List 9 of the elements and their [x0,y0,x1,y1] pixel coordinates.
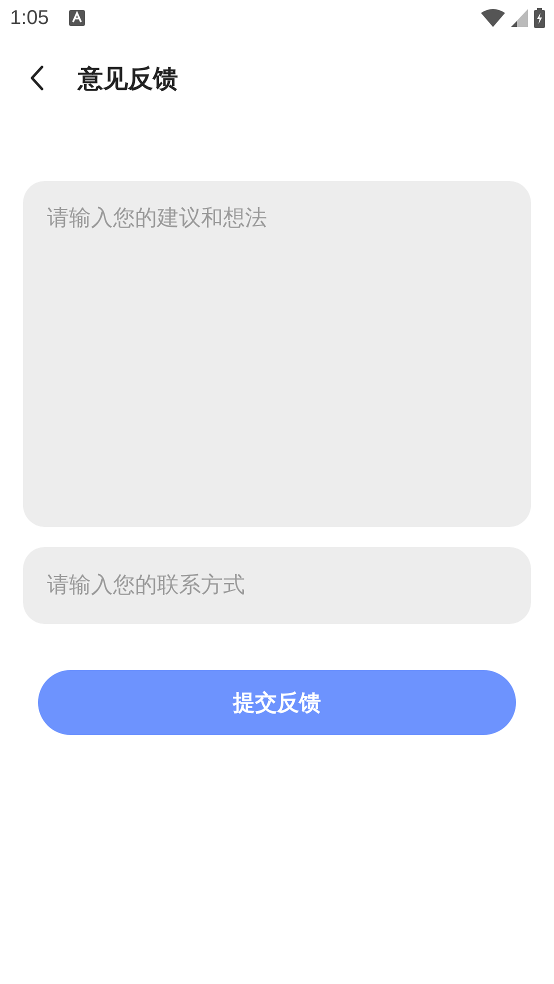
signal-icon [511,9,528,27]
battery-icon [534,8,545,28]
contact-field[interactable]: 请输入您的联系方式 [23,547,531,624]
page-title: 意见反馈 [78,62,178,94]
keyboard-icon [68,10,85,26]
status-time: 1:05 [10,6,49,30]
suggestion-field[interactable]: 请输入您的建议和想法 [23,181,531,527]
wifi-icon [481,9,505,27]
submit-button[interactable]: 提交反馈 [38,670,516,735]
